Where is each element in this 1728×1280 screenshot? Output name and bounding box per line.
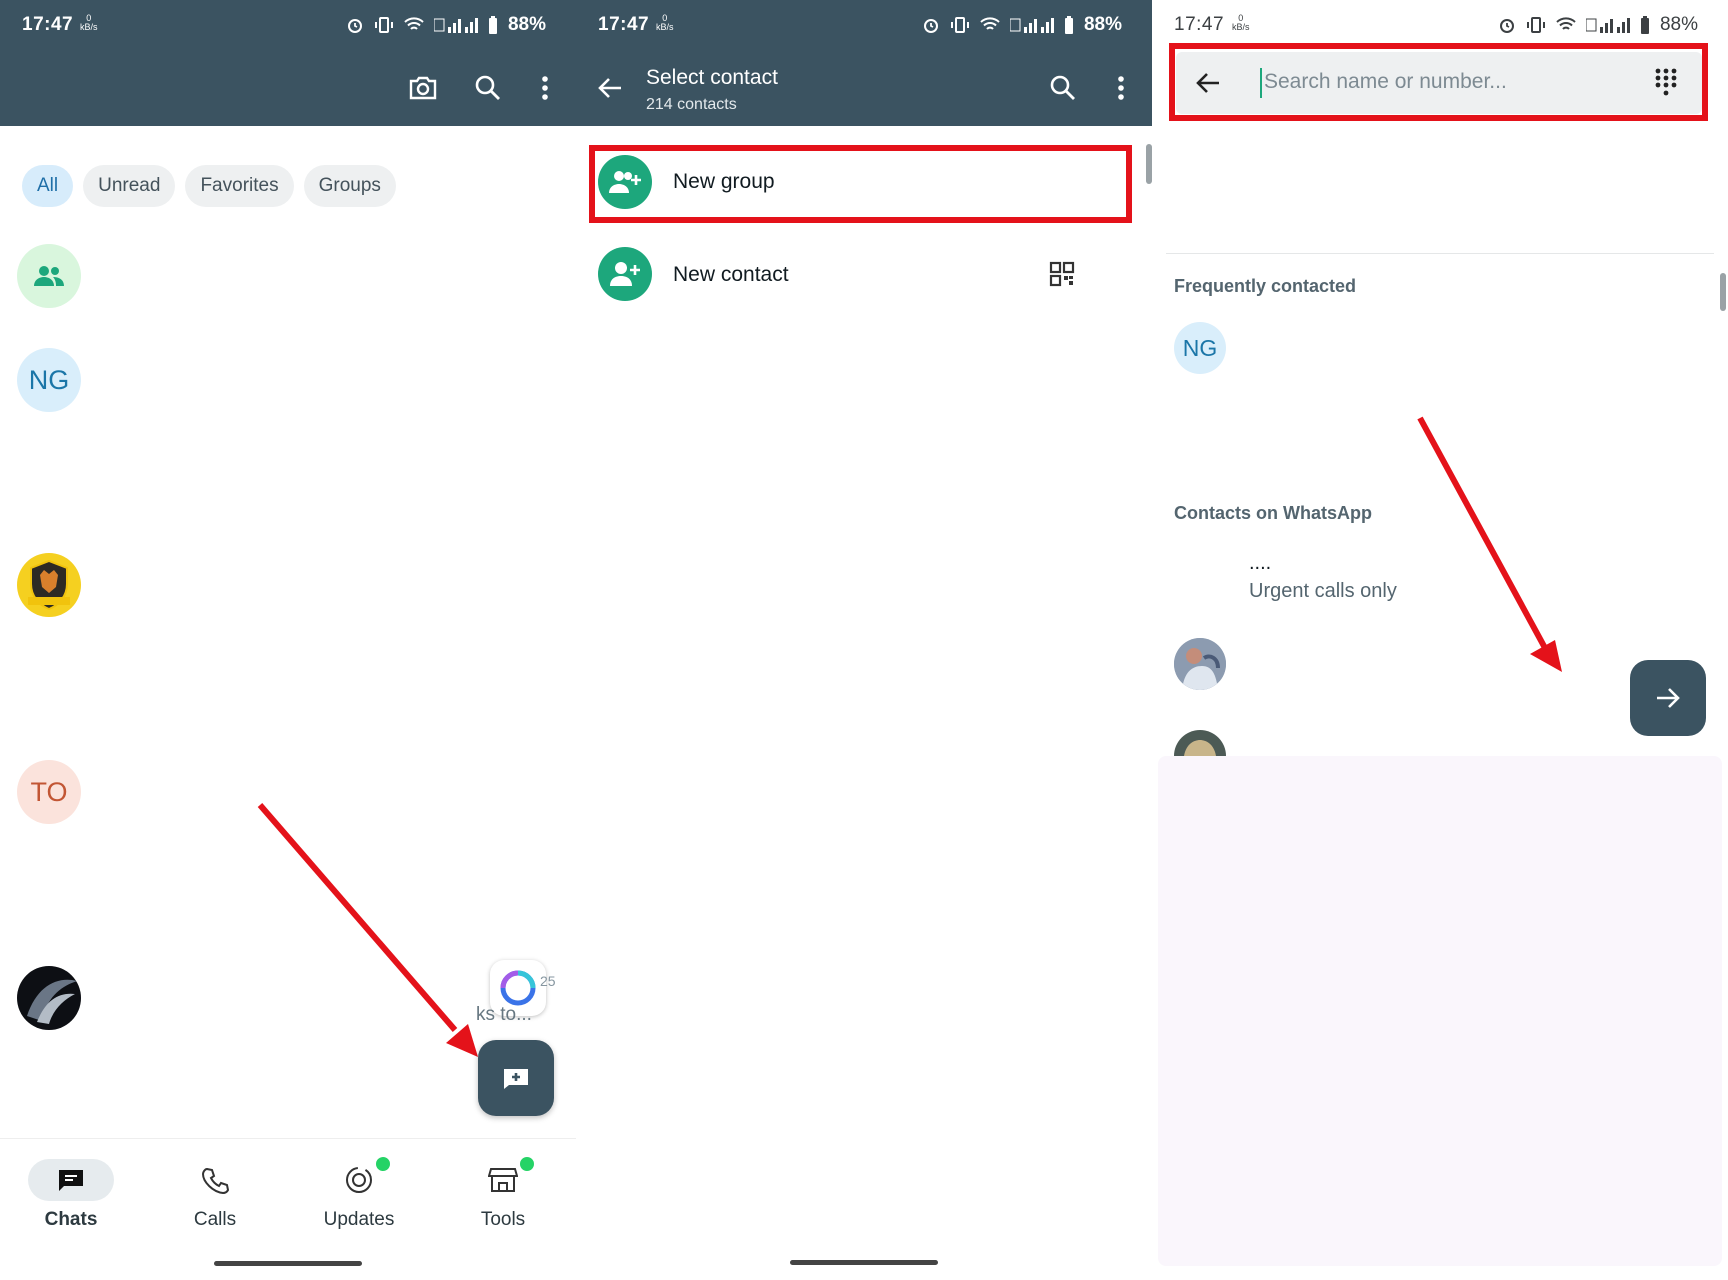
updates-badge xyxy=(374,1155,392,1173)
filter-unread[interactable]: Unread xyxy=(83,165,176,207)
more-options-icon[interactable] xyxy=(525,68,565,108)
qr-code-icon[interactable] xyxy=(1042,254,1082,294)
new-chat-button[interactable] xyxy=(478,1040,554,1116)
status-time: 17:47 xyxy=(598,14,650,35)
status-bar: 17:47 0 kB/s 88% xyxy=(0,0,576,52)
back-arrow-icon[interactable] xyxy=(590,68,630,108)
net-speed-unit: kB/s xyxy=(1232,22,1250,32)
alarm-icon xyxy=(922,16,940,34)
battery-percent: 88% xyxy=(1659,14,1698,35)
filter-favorites[interactable]: Favorites xyxy=(185,165,294,207)
top-app-bar xyxy=(0,52,576,126)
signal-icon xyxy=(433,17,478,33)
contacts-count: 214 contacts xyxy=(646,96,737,113)
next-arrow-button[interactable] xyxy=(1630,660,1706,736)
chats-icon xyxy=(28,1159,114,1201)
photo-avatar[interactable] xyxy=(1174,638,1226,690)
battery-icon xyxy=(1064,16,1074,34)
annotation-highlight-search xyxy=(1169,43,1708,121)
keyboard-overlay xyxy=(1158,756,1722,1266)
chat-filters: All Unread Favorites Groups xyxy=(22,165,396,207)
nav-calls[interactable]: Calls xyxy=(160,1159,270,1231)
status-bar: 17:47 0 kB/s 88% xyxy=(576,0,1152,52)
scrollbar[interactable] xyxy=(1720,273,1726,311)
avatar-to[interactable]: TO xyxy=(17,760,81,824)
annotation-highlight-new-group xyxy=(589,145,1132,223)
screen-title: Select contact xyxy=(646,66,778,89)
group-avatar[interactable] xyxy=(17,244,81,308)
avatar-ng[interactable]: NG xyxy=(17,348,81,412)
wifi-icon xyxy=(980,17,1000,33)
divider xyxy=(1166,253,1714,254)
frequently-contacted-heading: Frequently contacted xyxy=(1174,276,1357,296)
dark-photo-avatar[interactable] xyxy=(17,966,81,1030)
nav-chats-label: Chats xyxy=(44,1209,98,1230)
contact-status: Urgent calls only xyxy=(1249,580,1397,602)
more-options-icon[interactable] xyxy=(1101,68,1141,108)
battery-percent: 88% xyxy=(507,14,546,35)
tools-badge xyxy=(518,1155,536,1173)
net-speed: 0 kB/s xyxy=(656,14,674,32)
nav-calls-label: Calls xyxy=(193,1209,237,1230)
annotation-arrow xyxy=(257,803,478,1057)
net-speed: 0 kB/s xyxy=(1232,14,1250,32)
camera-icon[interactable] xyxy=(403,68,443,108)
battery-icon xyxy=(488,16,498,34)
photo-avatar-partial[interactable] xyxy=(1174,728,1226,756)
alarm-icon xyxy=(346,16,364,34)
system-icons: 88% xyxy=(346,14,546,36)
nav-updates-label: Updates xyxy=(323,1209,395,1230)
nav-tools[interactable]: Tools xyxy=(448,1155,558,1231)
select-contact-screen: 17:47 0 kB/s 88% Select contact 214 conta… xyxy=(576,0,1152,1280)
avatar-ng[interactable]: NG xyxy=(1174,322,1226,374)
store-icon xyxy=(460,1155,546,1201)
battery-percent: 88% xyxy=(1083,14,1122,35)
alarm-icon xyxy=(1498,16,1516,34)
signal-icon xyxy=(1009,17,1054,33)
wifi-icon xyxy=(404,17,424,33)
chats-screen: 17:47 0 kB/s 88% All Unread Favorites Gro… xyxy=(0,0,576,1280)
filter-groups[interactable]: Groups xyxy=(303,165,396,207)
signal-icon xyxy=(1585,17,1630,33)
contact-name: .... xyxy=(1249,552,1272,574)
bottom-navigation: Chats Calls Updates Tools xyxy=(0,1138,576,1280)
status-time: 17:47 xyxy=(1174,14,1225,35)
top-app-bar: Select contact 214 contacts xyxy=(576,52,1152,126)
status-time: 17:47 xyxy=(22,14,74,35)
vibrate-icon xyxy=(1526,16,1546,34)
logo-avatar[interactable] xyxy=(17,553,81,617)
search-icon[interactable] xyxy=(1043,68,1083,108)
contacts-on-whatsapp-heading: Contacts on WhatsApp xyxy=(1174,503,1372,523)
phone-icon xyxy=(172,1159,258,1201)
annotation-arrow xyxy=(1417,416,1562,672)
wifi-icon xyxy=(1556,17,1576,33)
filter-all[interactable]: All xyxy=(22,165,74,207)
net-speed: 0 kB/s xyxy=(80,14,98,32)
chat-time-fragment: 25 xyxy=(540,973,556,989)
battery-icon xyxy=(1640,16,1650,34)
nav-updates[interactable]: Updates xyxy=(304,1155,414,1231)
home-indicator xyxy=(790,1260,938,1265)
search-icon[interactable] xyxy=(468,68,508,108)
new-contact-label: New contact xyxy=(673,263,789,286)
vibrate-icon xyxy=(374,16,394,34)
system-icons: 88% xyxy=(922,14,1122,36)
net-speed-unit: kB/s xyxy=(656,22,674,32)
home-indicator xyxy=(214,1261,362,1266)
add-person-icon xyxy=(598,247,652,301)
updates-icon xyxy=(316,1155,402,1201)
vibrate-icon xyxy=(950,16,970,34)
nav-chats[interactable]: Chats xyxy=(16,1159,126,1231)
nav-tools-label: Tools xyxy=(480,1209,526,1230)
search-contacts-screen: 17:47 0 kB/s 88% Search name or number...… xyxy=(1152,0,1728,1280)
system-icons: 88% xyxy=(1498,14,1698,36)
net-speed-unit: kB/s xyxy=(80,22,98,32)
